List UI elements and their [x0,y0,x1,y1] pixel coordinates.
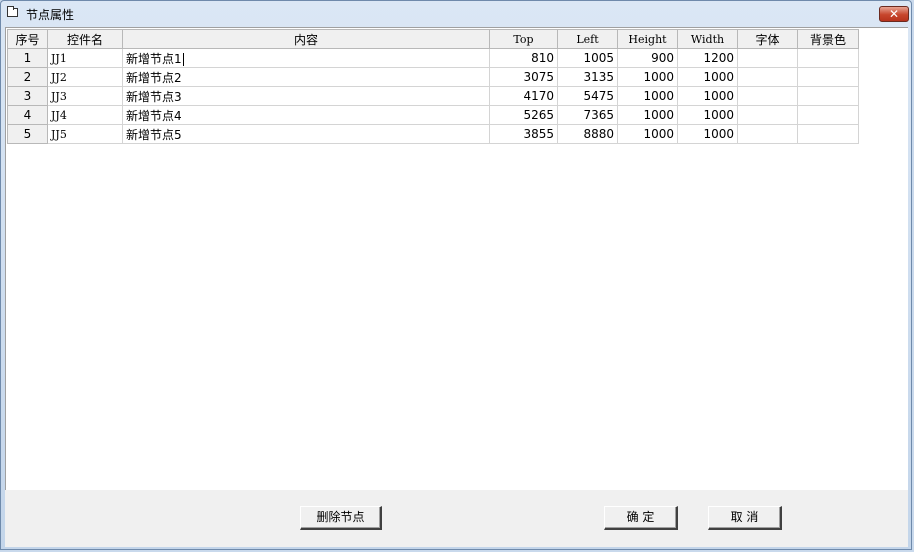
cell-left[interactable]: 3135 [557,67,618,87]
cell-background-color[interactable] [797,48,859,68]
cell-content-text: 新增节点1 [126,51,182,66]
cell-height[interactable]: 1000 [617,124,678,144]
col-header-font[interactable]: 字体 [737,29,798,49]
cell-content-editor[interactable]: 新增节点1 [122,48,490,68]
cell-height[interactable]: 1000 [617,105,678,125]
col-header-left[interactable]: Left [557,29,618,49]
ok-button[interactable]: 确 定 [604,506,678,530]
cell-content[interactable]: 新增节点5 [122,124,490,144]
cell-width[interactable]: 1000 [677,124,738,144]
table-row[interactable]: 1 JJ1 新增节点1 810 1005 900 1200 [7,48,859,68]
cell-content[interactable]: 新增节点4 [122,105,490,125]
node-properties-grid[interactable]: 序号 控件名 内容 Top Left Height Width 字体 背景色 1 [7,29,859,144]
delete-node-button[interactable]: 删除节点 [300,506,382,530]
cell-font[interactable] [737,86,798,106]
col-header-content[interactable]: 内容 [122,29,490,49]
dialog-client-area: 序号 控件名 内容 Top Left Height Width 字体 背景色 1 [5,27,908,547]
cell-top[interactable]: 3855 [489,124,558,144]
cell-background-color[interactable] [797,86,859,106]
cell-left[interactable]: 7365 [557,105,618,125]
cell-content[interactable]: 新增节点2 [122,67,490,87]
cell-control-name[interactable]: JJ5 [47,124,123,144]
col-header-index[interactable]: 序号 [7,29,48,49]
cell-width[interactable]: 1200 [677,48,738,68]
cell-height[interactable]: 1000 [617,67,678,87]
col-header-background-color[interactable]: 背景色 [797,29,859,49]
cell-font[interactable] [737,105,798,125]
col-header-top[interactable]: Top [489,29,558,49]
cell-control-name[interactable]: JJ3 [47,86,123,106]
grid-header-row: 序号 控件名 内容 Top Left Height Width 字体 背景色 [7,29,859,49]
window-title: 节点属性 [26,8,75,22]
node-properties-window: 节点属性 ✕ 序号 控件名 内容 Top Left Height Width 字… [0,0,912,550]
row-index[interactable]: 4 [7,105,48,125]
cell-width[interactable]: 1000 [677,86,738,106]
cell-left[interactable]: 8880 [557,124,618,144]
cell-control-name[interactable]: JJ4 [47,105,123,125]
cell-height[interactable]: 1000 [617,86,678,106]
col-header-height[interactable]: Height [617,29,678,49]
node-grid-area[interactable]: 序号 控件名 内容 Top Left Height Width 字体 背景色 1 [5,27,908,490]
folder-icon [7,6,18,17]
cell-top[interactable]: 4170 [489,86,558,106]
table-row[interactable]: 3 JJ3 新增节点3 4170 5475 1000 1000 [7,86,859,106]
row-index[interactable]: 5 [7,124,48,144]
col-header-control-name[interactable]: 控件名 [47,29,123,49]
cell-background-color[interactable] [797,67,859,87]
cell-font[interactable] [737,124,798,144]
cell-top[interactable]: 3075 [489,67,558,87]
cell-control-name[interactable]: JJ1 [47,48,123,68]
cell-top[interactable]: 5265 [489,105,558,125]
cell-background-color[interactable] [797,105,859,125]
table-row[interactable]: 2 JJ2 新增节点2 3075 3135 1000 1000 [7,67,859,87]
cancel-button[interactable]: 取 消 [708,506,782,530]
col-header-width[interactable]: Width [677,29,738,49]
table-row[interactable]: 5 JJ5 新增节点5 3855 8880 1000 1000 [7,124,859,144]
table-row[interactable]: 4 JJ4 新增节点4 5265 7365 1000 1000 [7,105,859,125]
title-bar[interactable]: 节点属性 ✕ [1,1,911,27]
cell-left[interactable]: 5475 [557,86,618,106]
cell-font[interactable] [737,67,798,87]
cell-left[interactable]: 1005 [557,48,618,68]
cell-top[interactable]: 810 [489,48,558,68]
cell-width[interactable]: 1000 [677,67,738,87]
row-index[interactable]: 1 [7,48,48,68]
cell-width[interactable]: 1000 [677,105,738,125]
row-index[interactable]: 2 [7,67,48,87]
row-index[interactable]: 3 [7,86,48,106]
cell-font[interactable] [737,48,798,68]
close-button[interactable]: ✕ [879,6,909,22]
text-caret [182,52,184,66]
cell-content[interactable]: 新增节点3 [122,86,490,106]
cell-height[interactable]: 900 [617,48,678,68]
cell-control-name[interactable]: JJ2 [47,67,123,87]
cell-background-color[interactable] [797,124,859,144]
